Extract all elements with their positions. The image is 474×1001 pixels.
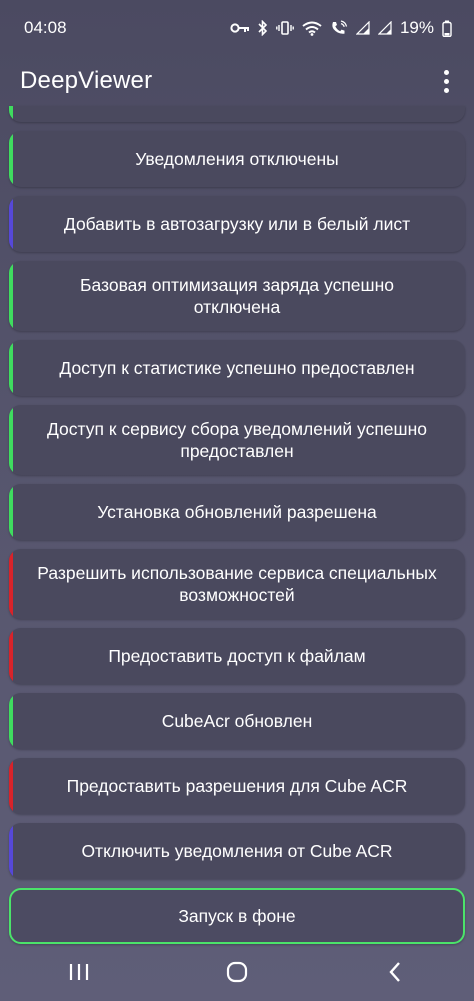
list-item-label: Уведомления отключены	[135, 149, 339, 169]
list-item[interactable]: Доступ к статистике успешно предоставлен	[9, 340, 465, 396]
battery-percent: 19%	[399, 18, 434, 37]
list-item[interactable]: Предоставить разрешения для Cube ACR	[9, 758, 465, 814]
list-item[interactable]: Добавить в автозагрузку или в белый лист	[9, 196, 465, 252]
list-item[interactable]: Предоставить доступ к файлам	[9, 628, 465, 684]
status-time: 04:08	[24, 18, 67, 37]
bluetooth-icon	[258, 20, 268, 36]
list-item[interactable]: Отключить уведомления от Cube ACR	[9, 823, 465, 879]
status-indicator	[9, 693, 13, 749]
list-item[interactable]	[9, 106, 465, 122]
list-item[interactable]: Уведомления отключены	[9, 131, 465, 187]
status-indicator	[9, 758, 13, 814]
list-item-label: Предоставить доступ к файлам	[108, 646, 366, 666]
background-run-button[interactable]: Запуск в фоне	[9, 888, 465, 944]
battery-icon	[442, 20, 452, 37]
list-item-label: Разрешить использование сервиса специаль…	[37, 563, 437, 605]
wifi-icon	[302, 21, 322, 36]
home-icon[interactable]	[207, 952, 267, 992]
status-indicator	[9, 405, 13, 475]
list-item[interactable]: Установка обновлений разрешена	[9, 484, 465, 540]
signal-icon	[377, 21, 392, 35]
list-item-label: Отключить уведомления от Cube ACR	[81, 841, 393, 861]
vibrate-icon	[276, 21, 294, 35]
status-bar: 04:08 19%	[0, 0, 474, 56]
app-bar: DeepViewer	[0, 56, 474, 106]
status-indicator	[9, 628, 13, 684]
status-indicator	[9, 823, 13, 879]
status-indicator	[9, 484, 13, 540]
recent-apps-icon[interactable]	[49, 952, 109, 992]
list-item-label: Предоставить разрешения для Cube ACR	[66, 776, 408, 796]
status-indicator	[9, 196, 13, 252]
list-item[interactable]: Базовая оптимизация заряда успешно отклю…	[9, 261, 465, 331]
wifi-calling-icon	[330, 20, 348, 36]
signal-icon	[355, 21, 370, 35]
navigation-bar	[0, 943, 474, 1001]
list-item-label: Доступ к сервису сбора уведомлений успеш…	[47, 419, 427, 461]
back-icon[interactable]	[365, 952, 425, 992]
list-item-label: Добавить в автозагрузку или в белый лист	[63, 214, 411, 234]
list-item[interactable]: Доступ к сервису сбора уведомлений успеш…	[9, 405, 465, 475]
list-item[interactable]: Разрешить использование сервиса специаль…	[9, 549, 465, 619]
list-item-label: Установка обновлений разрешена	[97, 502, 377, 522]
status-indicator	[9, 340, 13, 396]
app-title: DeepViewer	[20, 67, 153, 94]
status-indicator	[9, 131, 13, 187]
list-item[interactable]: CubeAcr обновлен	[9, 693, 465, 749]
status-icons: 19%	[230, 18, 452, 38]
more-vert-icon[interactable]	[434, 66, 458, 96]
list-item-label: Запуск в фоне	[178, 906, 296, 926]
list-item-label: Доступ к статистике успешно предоставлен	[59, 358, 415, 378]
status-indicator	[9, 106, 13, 122]
status-indicator	[9, 549, 13, 619]
key-icon	[230, 22, 250, 34]
status-indicator	[9, 261, 13, 331]
list-item-label: CubeAcr обновлен	[161, 711, 313, 731]
list-item-label: Базовая оптимизация заряда успешно отклю…	[80, 275, 394, 317]
